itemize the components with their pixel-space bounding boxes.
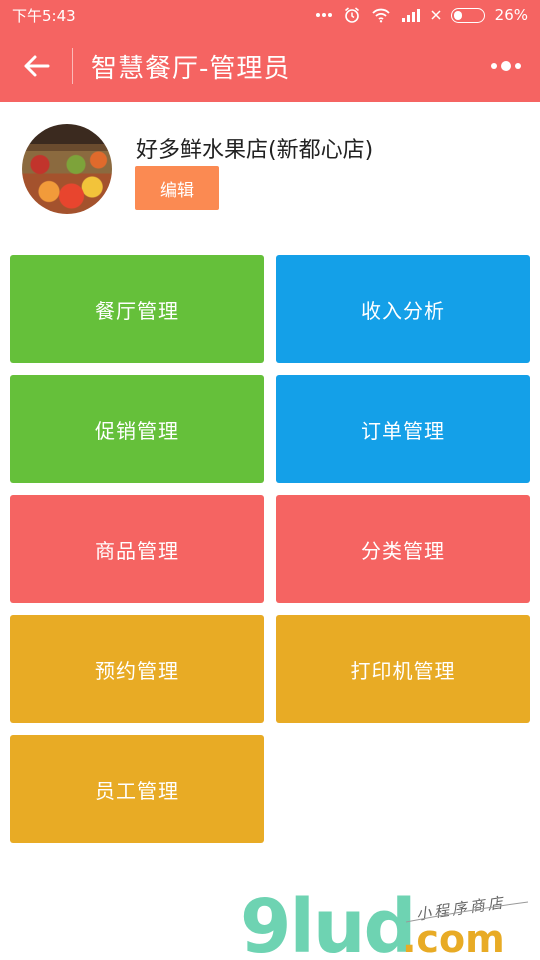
tile-income-analysis[interactable]: 收入分析	[276, 255, 530, 363]
tile-printer-management[interactable]: 打印机管理	[276, 615, 530, 723]
tile-promotion-management[interactable]: 促销管理	[10, 375, 264, 483]
more-menu-button[interactable]	[486, 52, 526, 80]
alarm-icon	[343, 6, 361, 24]
tile-order-management[interactable]: 订单管理	[276, 375, 530, 483]
status-bar: 下午5:43 26%	[0, 0, 540, 30]
battery-icon	[450, 7, 485, 23]
more-dot-icon	[491, 63, 497, 69]
function-grid: 餐厅管理 收入分析 促销管理 订单管理 商品管理 分类管理 预约管理 打印机管理…	[10, 255, 530, 843]
edit-button[interactable]: 编辑	[135, 166, 219, 210]
arrow-left-icon	[24, 55, 50, 77]
shop-avatar	[22, 124, 112, 214]
more-dots-icon	[315, 12, 333, 18]
tile-reservation-management[interactable]: 预约管理	[10, 615, 264, 723]
more-dot-icon	[515, 63, 521, 69]
tile-product-management[interactable]: 商品管理	[10, 495, 264, 603]
status-time: 下午5:43	[12, 6, 76, 25]
signal-icon	[401, 7, 421, 23]
tile-restaurant-management[interactable]: 餐厅管理	[10, 255, 264, 363]
sim-x-icon	[431, 10, 441, 20]
tile-staff-management[interactable]: 员工管理	[10, 735, 264, 843]
wifi-icon	[371, 7, 391, 23]
battery-percent: 26%	[494, 6, 528, 24]
more-dot-icon	[501, 61, 511, 71]
status-icons: 26%	[315, 6, 528, 24]
shop-name: 好多鲜水果店(新都心店)	[136, 138, 374, 163]
watermark-brand: 9lud	[240, 884, 415, 960]
tile-category-management[interactable]: 分类管理	[276, 495, 530, 603]
watermark-logo: 9lud .com 小程序商店	[238, 880, 538, 960]
nav-bar: 智慧餐厅-管理员	[0, 30, 540, 102]
back-button[interactable]	[0, 30, 72, 102]
nav-divider	[72, 48, 73, 84]
shop-profile: 好多鲜水果店(新都心店) 编辑	[0, 102, 540, 242]
page-title: 智慧餐厅-管理员	[91, 53, 291, 84]
